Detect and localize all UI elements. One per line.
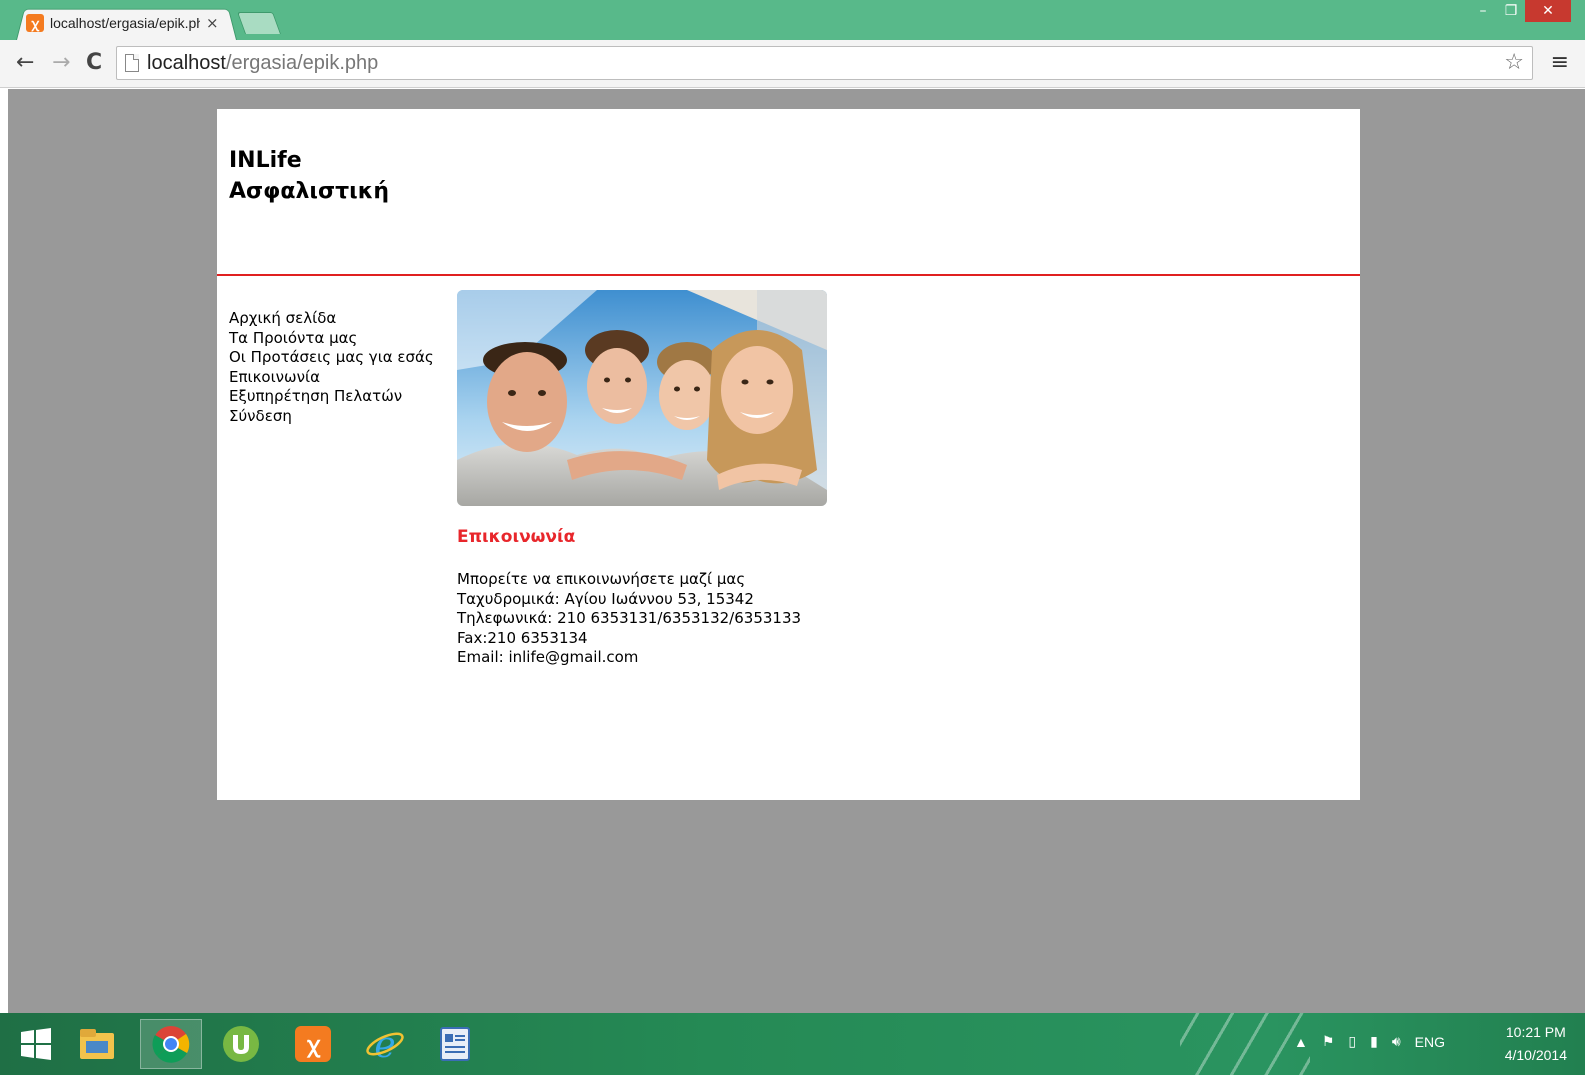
xampp-favicon-icon: ꭓ: [26, 14, 44, 32]
sidebar-item-products[interactable]: Τα Προιόντα μας: [229, 329, 434, 349]
contact-phone: Τηλεφωνικά: 210 6353131/6353132/6353133: [457, 609, 802, 627]
restore-button[interactable]: ❐: [1497, 0, 1525, 22]
page-viewport: INLife Ασφαλιστική Αρχική σελίδα Τα Προι…: [8, 89, 1585, 1013]
window-controls: – ❐ ✕: [1469, 0, 1571, 22]
taskbar-decoration: [1180, 1013, 1310, 1075]
clock-date: 4/10/2014: [1504, 1047, 1567, 1063]
sidebar-item-login[interactable]: Σύνδεση: [229, 407, 434, 427]
action-center-flag-icon[interactable]: ⚑: [1322, 1033, 1335, 1050]
site-title: INLife Ασφαλιστική: [229, 145, 389, 207]
windows-start-icon[interactable]: [6, 1019, 66, 1069]
bookmark-star-icon[interactable]: ☆: [1504, 50, 1524, 75]
network-signal-icon[interactable]: ▮: [1370, 1033, 1378, 1050]
svg-text:ꭓ: ꭓ: [306, 1033, 321, 1058]
contact-email: Email: inlife@gmail.com: [457, 648, 639, 666]
tab-close-icon[interactable]: ×: [206, 14, 219, 32]
browser-toolbar: ← → C localhost/ergasia/epik.php ☆ ≡: [0, 40, 1585, 88]
windows-taskbar: ꭓ e ▲ ⚑ ▯ ▮ 🔊︎ ENG 10:21 PM 4/10/2014: [0, 1013, 1585, 1075]
utorrent-icon[interactable]: [210, 1019, 272, 1069]
file-explorer-icon[interactable]: [66, 1019, 128, 1069]
internet-explorer-icon[interactable]: e: [354, 1019, 416, 1069]
sidebar-item-customer-service[interactable]: Εξυπηρέτηση Πελατών: [229, 387, 434, 407]
system-tray: ▲ ⚑ ▯ ▮ 🔊︎ ENG: [1294, 1033, 1445, 1050]
header-divider: [217, 274, 1360, 276]
contact-heading: Επικοινωνία: [457, 527, 576, 547]
site-title-line2: Ασφαλιστική: [229, 179, 390, 204]
new-tab-button[interactable]: [236, 12, 282, 34]
sidebar-item-contact[interactable]: Επικοινωνία: [229, 368, 434, 388]
contact-fax: Fax:210 6353134: [457, 628, 588, 647]
browser-titlebar: ꭓ localhost/ergasia/epik.php × – ❐ ✕: [0, 0, 1585, 40]
language-indicator[interactable]: ENG: [1415, 1034, 1445, 1050]
notes-icon[interactable]: [424, 1019, 486, 1069]
contact-intro: Μπορείτε να επικοινωνήσετε μαζί μας: [457, 570, 746, 588]
browser-tab-content[interactable]: ꭓ localhost/ergasia/epik.php ×: [26, 11, 236, 35]
chrome-icon[interactable]: [140, 1019, 202, 1069]
svg-text:e: e: [374, 1025, 395, 1064]
sidebar-item-home[interactable]: Αρχική σελίδα: [229, 309, 434, 329]
minimize-button[interactable]: –: [1469, 0, 1497, 22]
close-window-button[interactable]: ✕: [1525, 0, 1571, 22]
tray-expand-icon[interactable]: ▲: [1294, 1034, 1308, 1050]
chrome-menu-icon[interactable]: ≡: [1551, 50, 1569, 75]
reload-icon[interactable]: C: [86, 50, 102, 75]
sidebar-nav: Αρχική σελίδα Τα Προιόντα μας Οι Προτάσε…: [229, 309, 434, 426]
volume-icon[interactable]: 🔊︎: [1392, 1033, 1401, 1050]
page-icon: [125, 54, 139, 72]
contact-details: Μπορείτε να επικοινωνήσετε μαζί μας Ταχυ…: [457, 570, 801, 668]
back-arrow-icon[interactable]: ←: [16, 50, 34, 75]
forward-arrow-icon[interactable]: →: [52, 50, 70, 75]
clock-time: 10:21 PM: [1505, 1024, 1566, 1040]
address-bar[interactable]: localhost/ergasia/epik.php ☆: [116, 46, 1533, 80]
battery-icon[interactable]: ▯: [1348, 1033, 1356, 1050]
url-text[interactable]: localhost/ergasia/epik.php: [147, 52, 378, 75]
contact-address: Ταχυδρομικά: Αγίου Ιωάννου 53, 15342: [457, 589, 754, 608]
xampp-icon[interactable]: ꭓ: [282, 1019, 344, 1069]
sidebar-item-proposals[interactable]: Οι Προτάσεις μας για εσάς: [229, 348, 434, 368]
page-container: INLife Ασφαλιστική Αρχική σελίδα Τα Προι…: [217, 109, 1360, 800]
taskbar-clock[interactable]: 10:21 PM 4/10/2014: [1505, 1021, 1567, 1067]
tab-title: localhost/ergasia/epik.php: [50, 15, 200, 31]
family-photo-image: [457, 290, 827, 506]
site-title-line1: INLife: [229, 148, 302, 173]
